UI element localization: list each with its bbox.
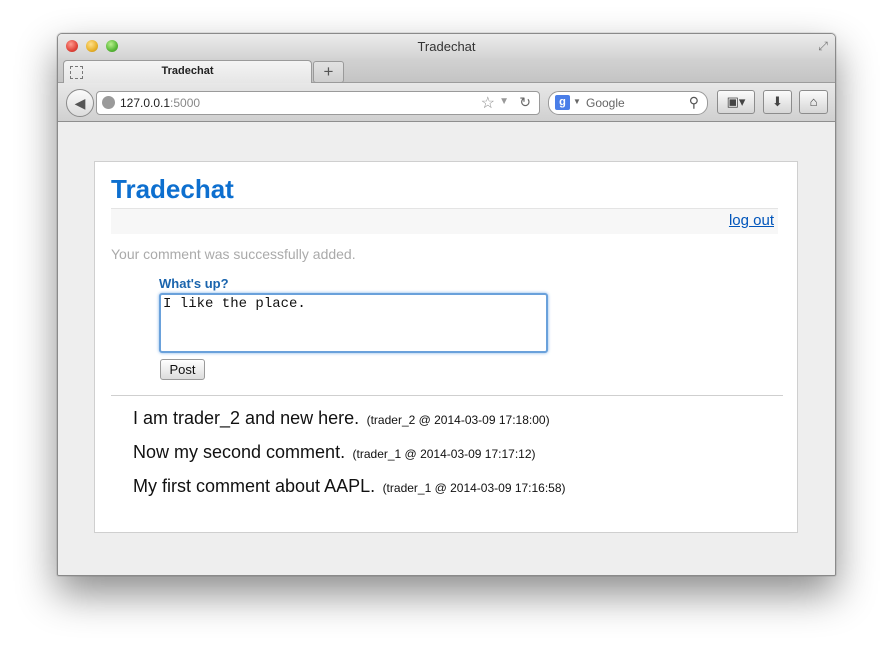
comment-meta: (trader_1 @ 2014-03-09 17:16:58) <box>382 481 566 495</box>
search-engine-dropdown-icon[interactable]: ▼ <box>573 97 581 106</box>
comment-text: Now my second comment. <box>133 442 346 462</box>
comment-textarea[interactable]: I like the place. <box>159 293 548 353</box>
url-port: :5000 <box>170 96 201 110</box>
tab-tradechat[interactable]: Tradechat <box>63 60 312 83</box>
tab-title: Tradechat <box>161 65 214 77</box>
back-button[interactable]: ◀ <box>66 89 94 117</box>
site-title: Tradechat <box>111 174 234 204</box>
logout-link[interactable]: log out <box>729 212 774 229</box>
reload-icon[interactable]: ↻ <box>519 94 531 111</box>
title-bar: Tradechat ⤢ <box>58 34 835 58</box>
navigation-toolbar: ◀ 127.0.0.1:5000 ☆ ▼ ↻ g ▼ Google ⚲ ▣▾ ⬇… <box>58 83 835 122</box>
fullscreen-icon[interactable]: ⤢ <box>816 39 830 53</box>
comment-label: What's up? <box>159 276 229 291</box>
history-dropdown-icon[interactable]: ▼ <box>499 96 509 107</box>
divider <box>111 395 783 396</box>
post-button[interactable]: Post <box>160 359 205 380</box>
search-bar[interactable]: g ▼ Google ⚲ <box>548 91 708 115</box>
tab-bar: Tradechat + <box>58 58 835 83</box>
downloads-button[interactable]: ⬇ <box>763 90 792 114</box>
comment-meta: (trader_2 @ 2014-03-09 17:18:00) <box>366 413 550 427</box>
new-tab-button[interactable]: + <box>313 61 344 83</box>
window-title: Tradechat <box>417 39 476 54</box>
search-placeholder: Google <box>586 96 625 110</box>
search-icon[interactable]: ⚲ <box>689 94 699 111</box>
page-container: Tradechat log out Your comment was succe… <box>94 161 798 533</box>
comment-list: I am trader_2 and new here. (trader_2 @ … <box>133 408 566 510</box>
comment-item: I am trader_2 and new here. (trader_2 @ … <box>133 408 566 429</box>
meta-nav: log out <box>111 208 778 234</box>
browser-window: Tradechat ⤢ Tradechat + ◀ 127.0.0.1:5000… <box>57 33 836 576</box>
bookmark-star-icon[interactable]: ☆ <box>481 93 495 113</box>
comment-meta: (trader_1 @ 2014-03-09 17:17:12) <box>352 447 536 461</box>
comment-item: My first comment about AAPL. (trader_1 @… <box>133 476 566 497</box>
comment-text: My first comment about AAPL. <box>133 476 376 496</box>
google-icon[interactable]: g <box>555 95 570 110</box>
globe-icon <box>102 96 115 109</box>
comment-item: Now my second comment. (trader_1 @ 2014-… <box>133 442 566 463</box>
address-bar[interactable]: 127.0.0.1:5000 ☆ ▼ ↻ <box>96 91 540 115</box>
page-viewport: Tradechat log out Your comment was succe… <box>58 122 835 575</box>
url-text: 127.0.0.1:5000 <box>120 96 200 110</box>
flash-message: Your comment was successfully added. <box>111 246 356 262</box>
url-host: 127.0.0.1 <box>120 96 171 110</box>
bookmarks-button[interactable]: ▣▾ <box>717 90 755 114</box>
home-button[interactable]: ⌂ <box>799 90 828 114</box>
comment-text: I am trader_2 and new here. <box>133 408 360 428</box>
